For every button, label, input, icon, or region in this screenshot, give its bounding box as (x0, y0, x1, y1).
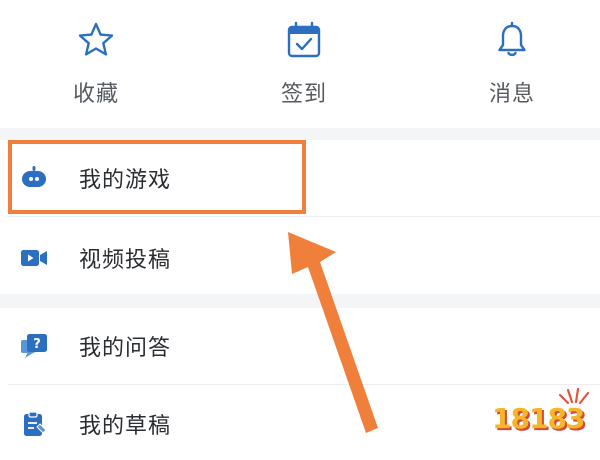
watermark-logo: 18183 (492, 384, 592, 444)
svg-text:?: ? (33, 337, 41, 352)
favorites-label: 收藏 (72, 82, 119, 107)
bell-icon (498, 21, 526, 57)
messages-label: 消息 (488, 82, 535, 107)
watermark-text: 18183 (492, 402, 585, 435)
messages-button[interactable]: 消息 (452, 18, 572, 118)
clipboard-edit-icon (24, 411, 47, 436)
section-divider (0, 294, 600, 308)
menu-item-my-qa[interactable]: ? 我的问答 (0, 308, 600, 382)
menu-item-label: 我的草稿 (79, 414, 172, 439)
section-divider (0, 128, 600, 140)
calendar-check-icon (287, 21, 321, 58)
menu-item-label: 我的问答 (79, 336, 172, 361)
checkin-label: 签到 (280, 82, 327, 107)
menu-item-label: 我的游戏 (79, 168, 172, 193)
row-separator (8, 216, 600, 217)
menu-item-my-games[interactable]: 我的游戏 (0, 140, 600, 214)
checkin-button[interactable]: 签到 (244, 18, 364, 118)
quick-actions-bar: 收藏 签到 消息 (0, 0, 600, 128)
menu-item-label: 视频投稿 (79, 248, 172, 273)
question-chat-icon: ? (21, 334, 47, 358)
favorites-button[interactable]: 收藏 (36, 18, 156, 118)
gamepad-icon (22, 166, 46, 187)
video-camera-icon (21, 250, 47, 266)
menu-item-video-upload[interactable]: 视频投稿 (0, 220, 600, 294)
star-icon (78, 22, 114, 56)
